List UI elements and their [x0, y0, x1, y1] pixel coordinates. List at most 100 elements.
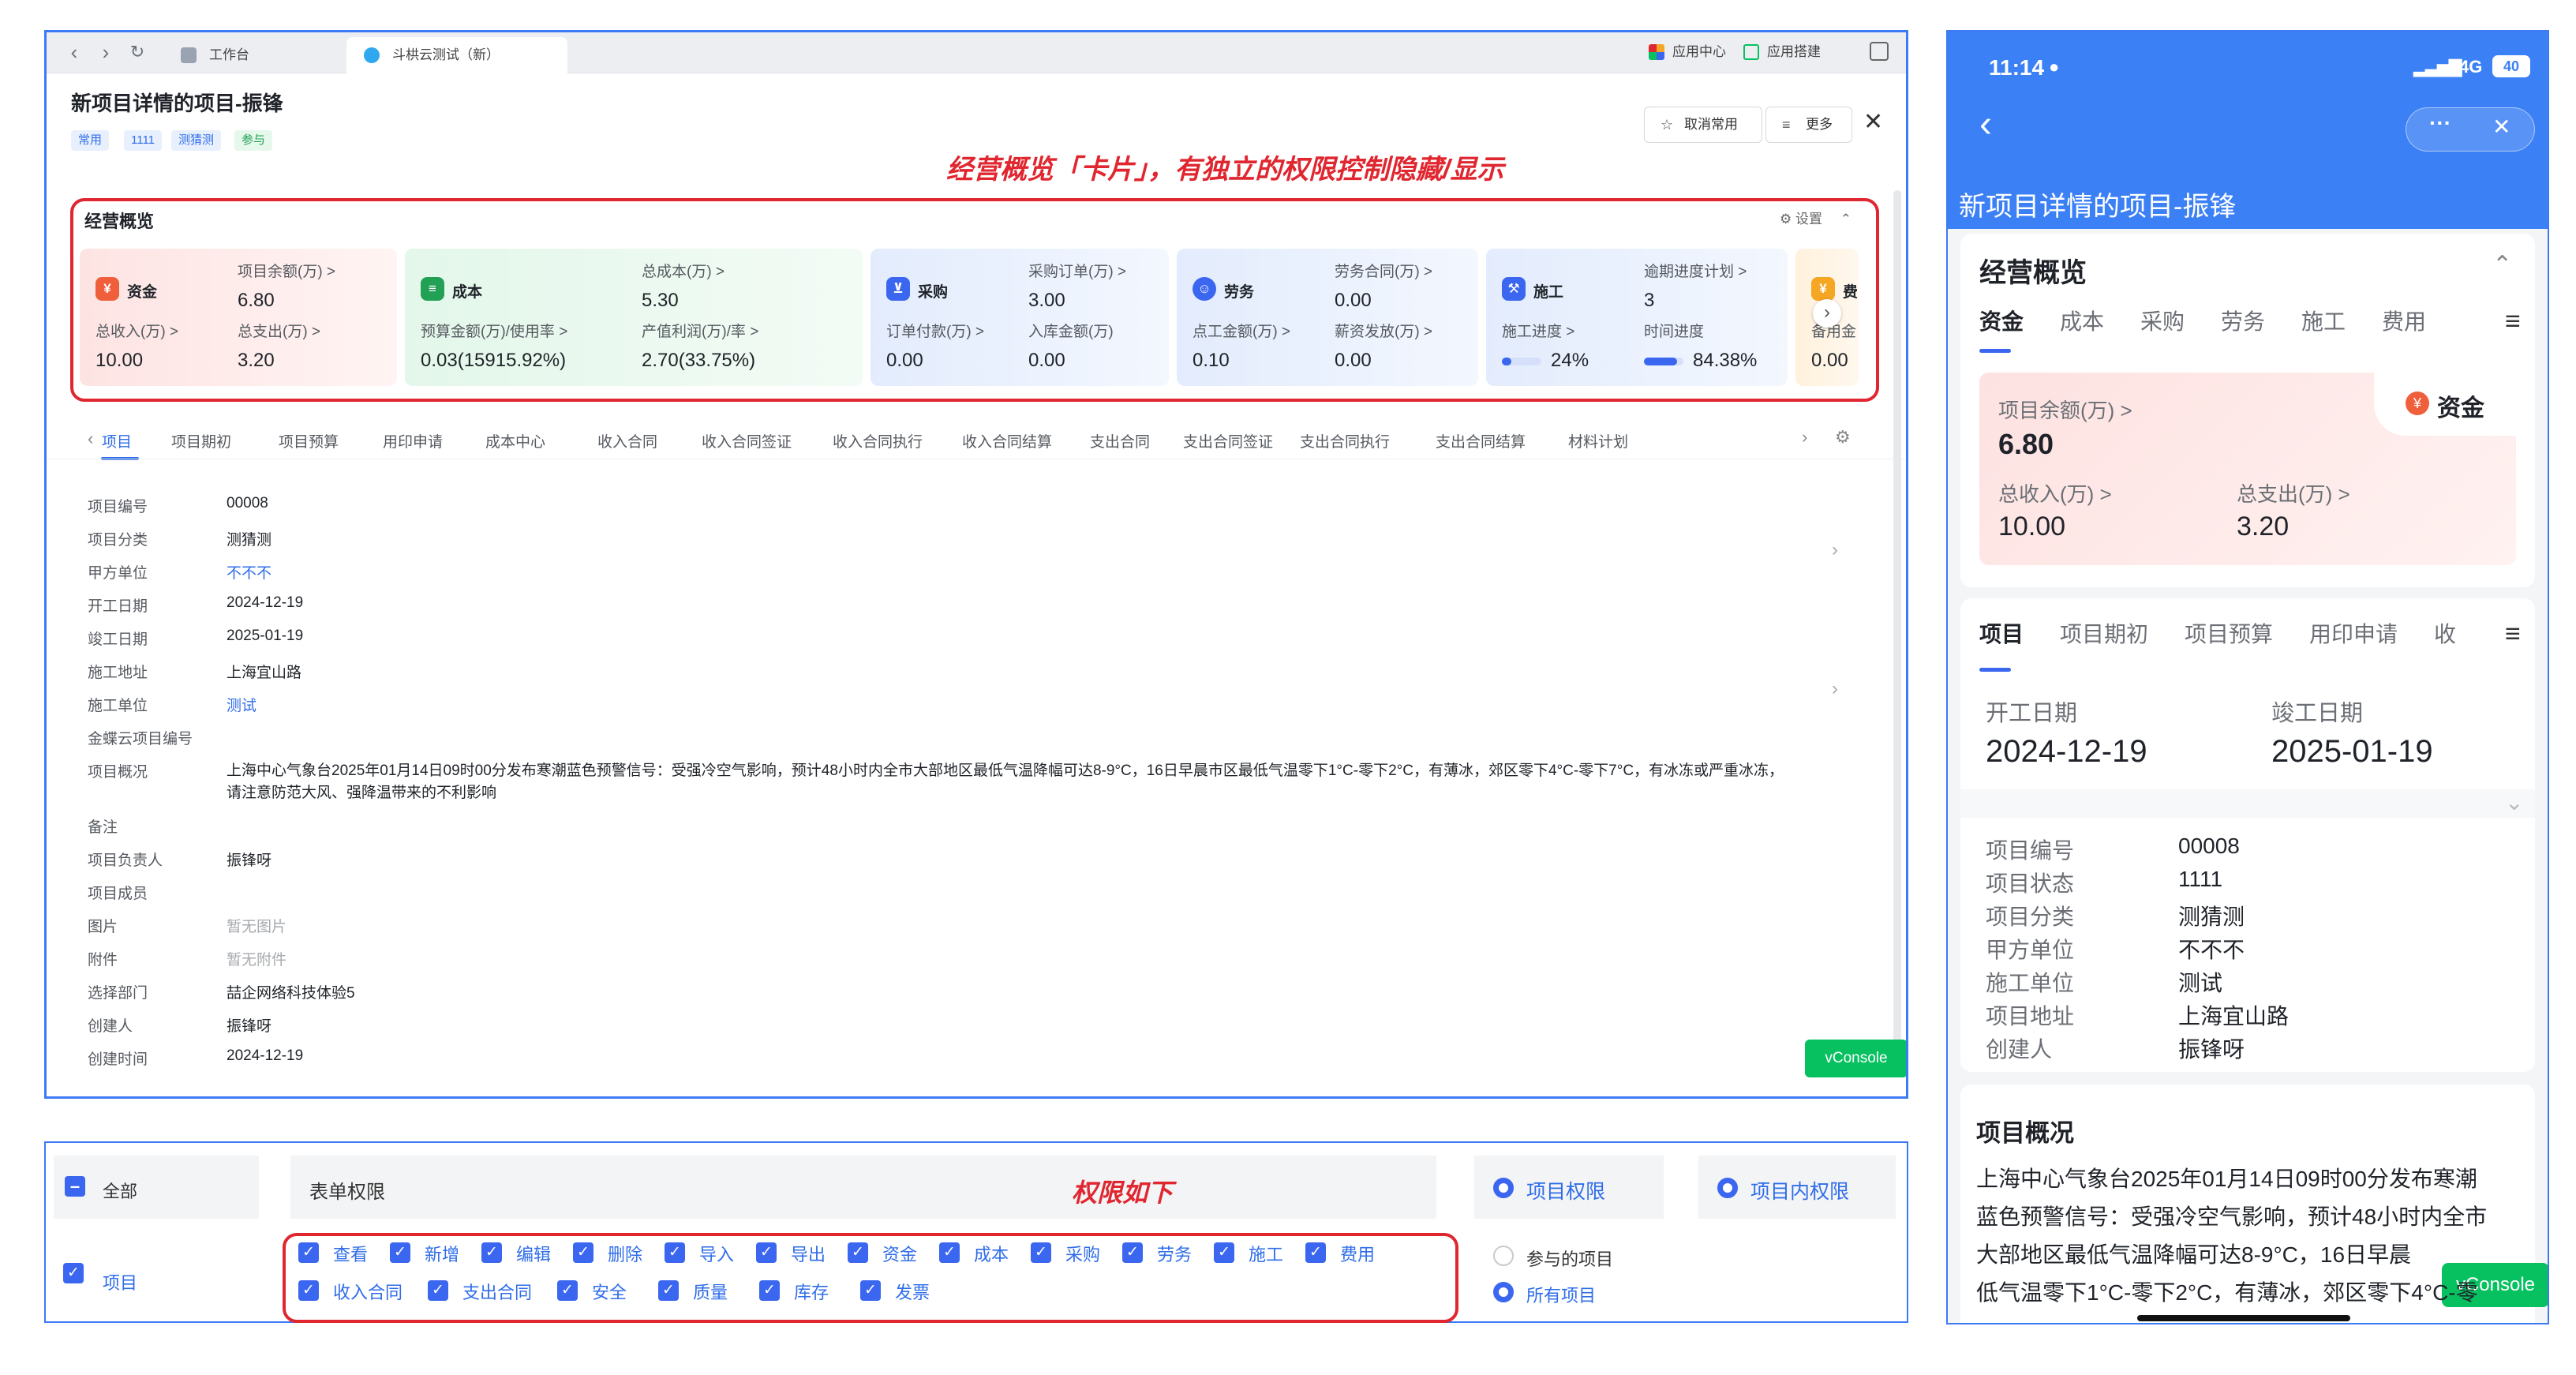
mobile-project-tab-1[interactable]: 项目期初: [2060, 617, 2148, 649]
labor-salary-label[interactable]: 薪资发放(万) >: [1335, 320, 1432, 341]
app-center-link[interactable]: 应用中心: [1649, 40, 1726, 64]
tab-7[interactable]: 收入合同执行: [833, 430, 923, 451]
tab-11[interactable]: 支出合同执行: [1300, 430, 1390, 451]
perm-checkbox-8[interactable]: ✓: [1031, 1242, 1051, 1263]
perm-checkbox-6[interactable]: ✓: [848, 1242, 868, 1263]
fund-balance-label[interactable]: 项目余额(万) >: [238, 260, 335, 281]
tab-4[interactable]: 成本中心: [485, 430, 545, 451]
all-partial-checkbox[interactable]: –: [65, 1176, 85, 1197]
cost-total-label[interactable]: 总成本(万) >: [642, 260, 724, 281]
mobile-tab-1[interactable]: 成本: [2060, 305, 2104, 336]
tab-12[interactable]: 支出合同结算: [1436, 430, 1526, 451]
collapse-icon[interactable]: ⌃: [1840, 212, 1852, 227]
perm-checkbox-1[interactable]: ✓: [390, 1242, 410, 1263]
mobile-tab-0[interactable]: 资金: [1979, 305, 2024, 336]
cost-profit-label[interactable]: 产值利润(万)/率 >: [642, 320, 758, 341]
tab-0[interactable]: 项目: [102, 430, 132, 451]
tab-2[interactable]: 项目预算: [279, 430, 339, 451]
detail-value[interactable]: 不不不: [227, 561, 271, 583]
tabs-prev-icon[interactable]: ‹: [88, 429, 93, 449]
tab-5[interactable]: 收入合同: [597, 430, 657, 451]
chevron-down-icon[interactable]: ⌄: [2505, 789, 2523, 815]
tab-13[interactable]: 材料计划: [1568, 430, 1628, 451]
perm2-checkbox-0[interactable]: ✓: [298, 1280, 319, 1301]
mobile-tab-3[interactable]: 劳务: [2221, 305, 2265, 336]
collapse-icon[interactable]: ⌃: [2492, 251, 2512, 279]
menu-icon[interactable]: ≡: [2505, 619, 2521, 650]
card-construction[interactable]: ⚒ 施工 逾期进度计划 > 3 施工进度 > 24% 时间进度 84.38%: [1486, 249, 1788, 386]
perm-checkbox-10[interactable]: ✓: [1214, 1242, 1234, 1263]
labor-contract-label[interactable]: 劳务合同(万) >: [1335, 260, 1432, 281]
detail-value[interactable]: 测试: [227, 694, 256, 715]
perm-checkbox-0[interactable]: ✓: [298, 1242, 319, 1263]
unfavorite-button[interactable]: ☆ 取消常用: [1644, 107, 1762, 143]
back-icon[interactable]: ‹: [62, 40, 86, 64]
perm-checkbox-7[interactable]: ✓: [939, 1242, 960, 1263]
close-icon[interactable]: ✕: [2492, 114, 2510, 140]
back-icon[interactable]: ‹: [1979, 106, 1992, 144]
tab-10[interactable]: 支出合同签证: [1183, 430, 1273, 451]
perm-checkbox-2[interactable]: ✓: [481, 1242, 502, 1263]
card-cost[interactable]: ≡ 成本 总成本(万) > 5.30 预算金额(万)/使用率 > 0.03(15…: [405, 249, 863, 386]
project-checkbox[interactable]: ✓: [63, 1263, 84, 1283]
build-progress-label[interactable]: 施工进度 >: [1502, 320, 1574, 341]
perm2-checkbox-5[interactable]: ✓: [860, 1280, 881, 1301]
tab-9[interactable]: 支出合同: [1090, 430, 1150, 451]
tabs-next-icon[interactable]: ›: [1802, 427, 1807, 448]
forward-icon[interactable]: ›: [94, 40, 118, 64]
chevron-right-icon[interactable]: ›: [1832, 678, 1838, 700]
more-button[interactable]: ≡ 更多: [1765, 107, 1852, 143]
overdue-plan-label[interactable]: 逾期进度计划 >: [1644, 260, 1747, 281]
mobile-balance-label[interactable]: 项目余额(万) >: [1998, 395, 2132, 424]
chevron-right-icon[interactable]: ›: [1832, 539, 1838, 561]
scope-project-radio[interactable]: [1493, 1178, 1514, 1198]
card-labor[interactable]: ☺ 劳务 劳务合同(万) > 0.00 点工金额(万) > 0.10 薪资发放(…: [1177, 249, 1478, 386]
mobile-project-tab-3[interactable]: 用印申请: [2309, 617, 2398, 649]
fund-income-label[interactable]: 总收入(万) >: [95, 320, 178, 341]
menu-icon[interactable]: ≡: [2505, 306, 2521, 337]
perm-checkbox-5[interactable]: ✓: [756, 1242, 777, 1263]
perm-checkbox-9[interactable]: ✓: [1122, 1242, 1143, 1263]
perm2-checkbox-1[interactable]: ✓: [428, 1280, 448, 1301]
cost-budget-label[interactable]: 预算金额(万)/使用率 >: [421, 320, 567, 341]
mobile-tab-2[interactable]: 采购: [2140, 305, 2185, 336]
vconsole-button[interactable]: vConsole: [1805, 1040, 1906, 1077]
fund-expense-label[interactable]: 总支出(万) >: [238, 320, 320, 341]
perm-checkbox-4[interactable]: ✓: [665, 1242, 685, 1263]
tab-1[interactable]: 项目期初: [171, 430, 231, 451]
scope-inner-radio[interactable]: [1717, 1178, 1738, 1198]
card-fund[interactable]: ¥ 资金 项目余额(万) > 6.80 总收入(万) > 10.00 总支出(万…: [80, 249, 397, 386]
mobile-income-label[interactable]: 总收入(万) >: [1998, 478, 2112, 508]
perm2-checkbox-2[interactable]: ✓: [557, 1280, 578, 1301]
close-icon[interactable]: ✕: [1863, 108, 1883, 136]
perm2-checkbox-4[interactable]: ✓: [759, 1280, 780, 1301]
overview-settings[interactable]: ⚙ 设置 ⌃: [1780, 208, 1852, 227]
tab-3[interactable]: 用印申请: [383, 430, 443, 451]
option-all-radio[interactable]: [1493, 1282, 1514, 1302]
purchase-order-label[interactable]: 采购订单(万) >: [1028, 260, 1126, 281]
tab-8[interactable]: 收入合同结算: [962, 430, 1052, 451]
mobile-tab-4[interactable]: 施工: [2301, 305, 2346, 336]
more-icon[interactable]: ···: [2429, 111, 2451, 136]
browser-tab-workbench[interactable]: 工作台: [163, 37, 321, 73]
option-participated-radio[interactable]: [1493, 1246, 1514, 1266]
browser-tab-active[interactable]: 斗栱云测试（新）: [346, 37, 567, 73]
labor-temp-label[interactable]: 点工金额(万) >: [1193, 320, 1290, 341]
tab-6[interactable]: 收入合同签证: [702, 430, 792, 451]
perm-checkbox-3[interactable]: ✓: [573, 1242, 593, 1263]
mobile-project-tab-2[interactable]: 项目预算: [2185, 617, 2273, 649]
purchase-paid-label[interactable]: 订单付款(万) >: [886, 320, 984, 341]
card-purchase[interactable]: ⊻ 采购 采购订单(万) > 3.00 订单付款(万) > 0.00 入库金额(…: [871, 249, 1169, 386]
window-switch-icon[interactable]: [1870, 42, 1889, 61]
cards-next-arrow-icon[interactable]: ›: [1813, 299, 1841, 328]
tab-settings-icon[interactable]: ⚙: [1835, 427, 1851, 448]
mobile-expense-label[interactable]: 总支出(万) >: [2237, 478, 2350, 508]
perm-checkbox-11[interactable]: ✓: [1305, 1242, 1326, 1263]
perm2-checkbox-3[interactable]: ✓: [658, 1280, 679, 1301]
app-builder-link[interactable]: 应用搭建: [1743, 40, 1821, 64]
scrollbar[interactable]: [1893, 190, 1901, 1058]
refresh-icon[interactable]: ↻: [125, 40, 149, 64]
mobile-project-tab-0[interactable]: 项目: [1979, 617, 2024, 649]
mobile-tab-5[interactable]: 费用: [2382, 305, 2426, 336]
mobile-project-tab-4[interactable]: 收: [2434, 617, 2456, 649]
